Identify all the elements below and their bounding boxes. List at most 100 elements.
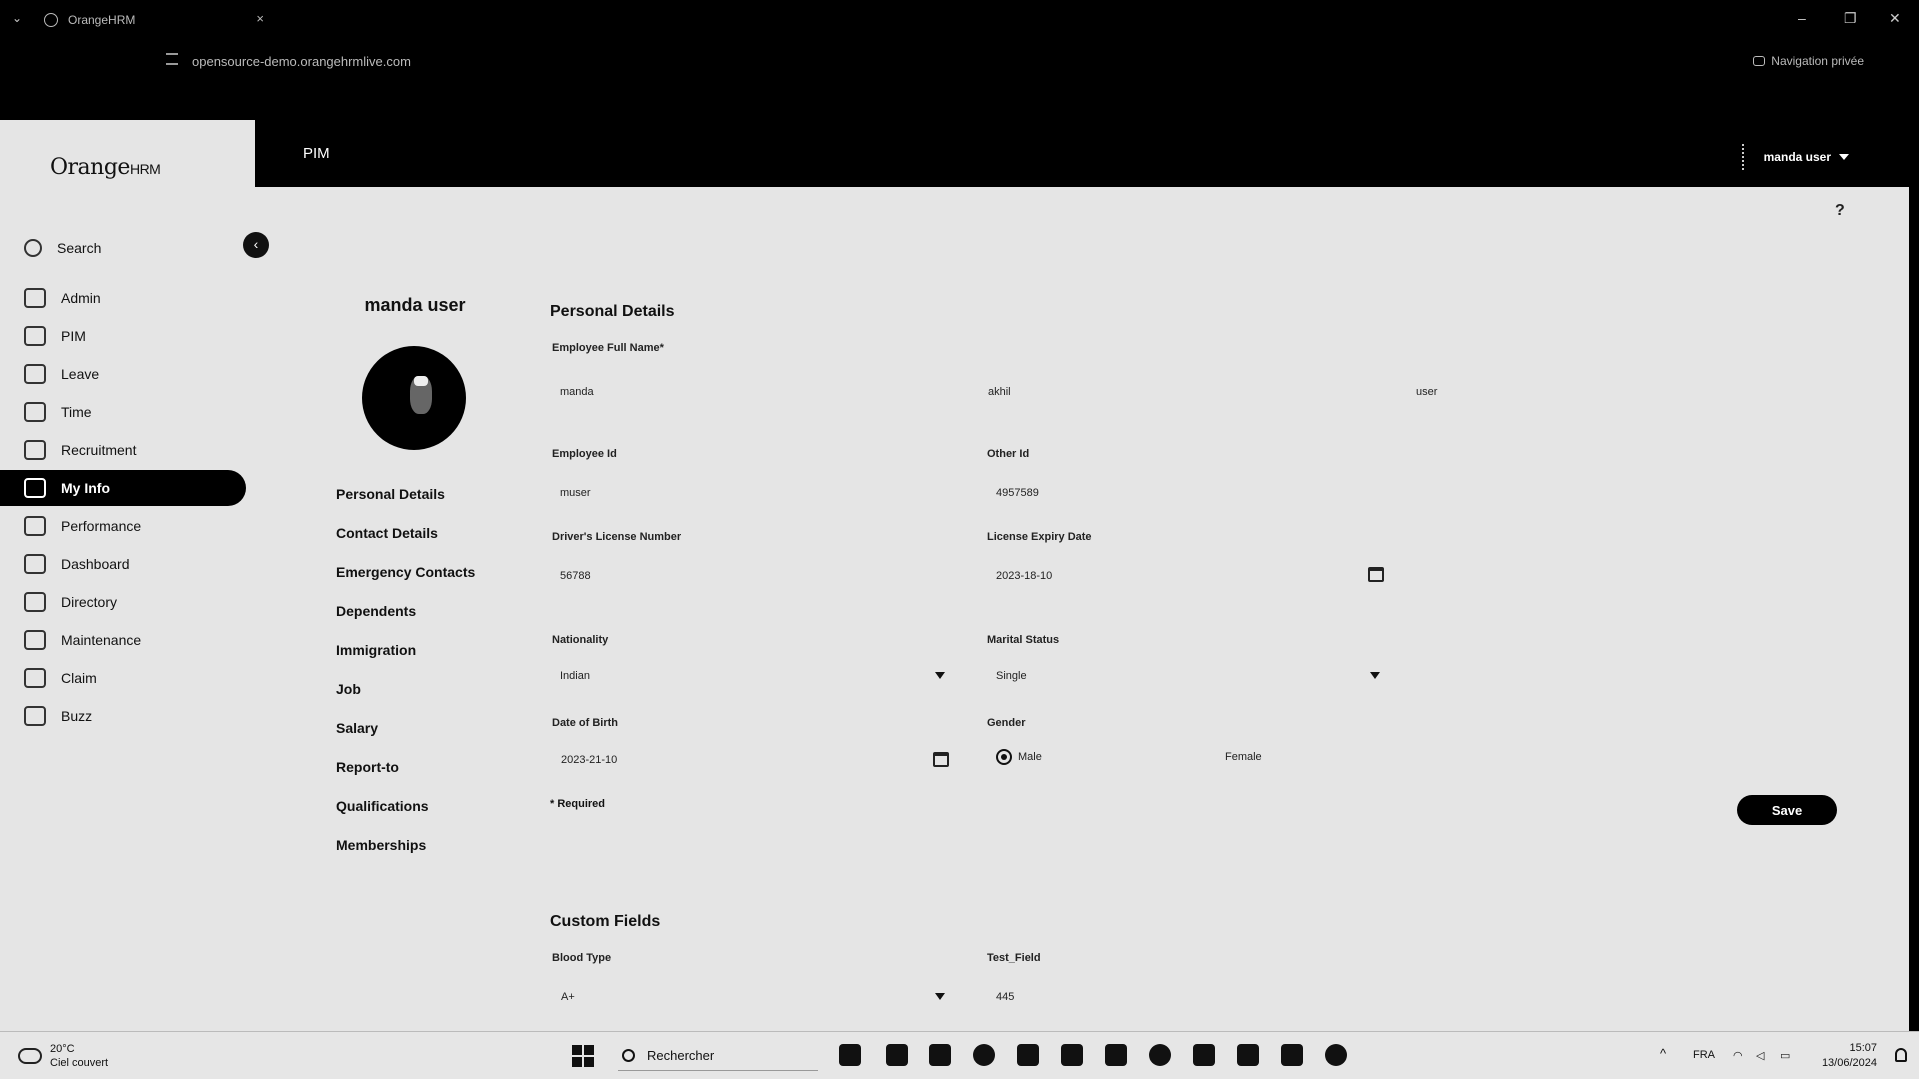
battery-icon[interactable]: ▭ (1780, 1049, 1790, 1062)
blood-type-select[interactable]: A+ (552, 979, 952, 1013)
terminal-icon[interactable] (1237, 1044, 1259, 1066)
sidebar-item-time[interactable]: Time (0, 394, 246, 430)
last-name-input[interactable]: user (1408, 374, 1798, 408)
dob-input[interactable]: 2023-21-10 (552, 742, 952, 776)
profile-picture[interactable] (362, 346, 466, 450)
employee-id-label: Employee Id (552, 448, 617, 460)
license-expiry-input[interactable]: 2023-18-10 (987, 558, 1387, 592)
private-label: Navigation privée (1771, 54, 1864, 68)
pycharm-icon[interactable] (1105, 1044, 1127, 1066)
maintenance-icon (24, 630, 46, 650)
marital-status-select[interactable]: Single (987, 658, 1387, 692)
sidebar-item-leave[interactable]: Leave (0, 356, 246, 392)
onenote-icon[interactable] (1017, 1044, 1039, 1066)
taskbar-search[interactable]: Rechercher (618, 1041, 818, 1071)
middle-name-input[interactable]: akhil (980, 374, 1370, 408)
tray-overflow-chevron-icon[interactable]: ^ (1660, 1046, 1666, 1061)
sidebar-item-recruitment[interactable]: Recruitment (0, 432, 246, 468)
help-icon[interactable]: ? (1835, 202, 1845, 220)
tab-salary[interactable]: Salary (336, 720, 378, 736)
chrome-icon[interactable] (1149, 1044, 1171, 1066)
private-mode-icon (1753, 56, 1766, 66)
tab-personal-details[interactable]: Personal Details (336, 486, 445, 502)
tab-emergency-contacts[interactable]: Emergency Contacts (336, 564, 475, 580)
buzz-icon (24, 706, 46, 726)
sidebar-item-search[interactable]: Search (0, 230, 246, 266)
browser-tab[interactable]: OrangeHRM × (44, 8, 264, 32)
sidebar-item-dashboard[interactable]: Dashboard (0, 546, 246, 582)
tab-job[interactable]: Job (336, 681, 361, 697)
first-name-input[interactable]: manda (552, 374, 942, 408)
sidebar-item-directory[interactable]: Directory (0, 584, 246, 620)
directory-icon (24, 592, 46, 612)
site-settings-icon[interactable] (166, 53, 178, 65)
edge-icon[interactable] (973, 1044, 995, 1066)
user-dropdown[interactable]: manda user (1741, 144, 1849, 170)
app-icon[interactable] (1193, 1044, 1215, 1066)
marital-status-value: Single (996, 670, 1027, 682)
sidebar-item-performance[interactable]: Performance (0, 508, 246, 544)
system-clock[interactable]: 15:07 13/06/2024 (1822, 1041, 1877, 1071)
sidebar-item-pim[interactable]: PIM (0, 318, 246, 354)
clock-time: 15:07 (1849, 1042, 1877, 1054)
weather-widget[interactable]: 20°C Ciel couvert (18, 1042, 108, 1070)
tab-contact-details[interactable]: Contact Details (336, 525, 438, 541)
sidebar-item-label: Admin (61, 290, 101, 306)
other-id-input[interactable]: 4957589 (987, 475, 1387, 509)
url-field[interactable]: opensource-demo.orangehrmlive.com (192, 54, 411, 69)
close-window-button[interactable]: ✕ (1889, 10, 1901, 27)
performance-icon (24, 516, 46, 536)
calendar-icon[interactable] (1368, 567, 1384, 582)
cloud-icon (18, 1048, 42, 1064)
taskview-icon[interactable] (839, 1044, 861, 1066)
nationality-select[interactable]: Indian (552, 658, 952, 692)
tab-immigration[interactable]: Immigration (336, 642, 416, 658)
save-button[interactable]: Save (1737, 795, 1837, 825)
windows-start-button[interactable] (572, 1045, 594, 1067)
gender-male-radio[interactable] (996, 749, 1012, 765)
volume-icon[interactable]: ◁ (1756, 1049, 1764, 1062)
outlook-icon[interactable] (929, 1044, 951, 1066)
sidebar-item-my-info[interactable]: My Info (0, 470, 246, 506)
tab-memberships[interactable]: Memberships (336, 837, 426, 853)
settings-icon[interactable] (1325, 1044, 1347, 1066)
private-browsing-indicator[interactable]: Navigation privée (1753, 54, 1864, 68)
sidebar-item-label: Time (61, 404, 92, 420)
last-name-value: user (1416, 386, 1438, 398)
license-input[interactable]: 56788 (552, 558, 952, 592)
employee-id-input[interactable]: muser (552, 475, 952, 509)
notification-bell-icon[interactable] (1895, 1048, 1907, 1062)
sidebar-item-admin[interactable]: Admin (0, 280, 246, 316)
blood-type-label: Blood Type (552, 952, 612, 964)
orangehrm-logo[interactable]: OrangeHRM (50, 155, 161, 180)
calendar-icon[interactable] (933, 752, 949, 767)
restore-button[interactable]: ❐ (1844, 10, 1857, 27)
other-id-value: 4957589 (996, 487, 1039, 499)
tab-list-chevron-icon[interactable]: ⌄ (12, 11, 22, 25)
tab-qualifications[interactable]: Qualifications (336, 798, 429, 814)
sidebar-item-label: Performance (61, 518, 142, 534)
sidebar-item-maintenance[interactable]: Maintenance (0, 622, 246, 658)
nationality-value: Indian (560, 670, 590, 682)
language-indicator[interactable]: FRA (1693, 1049, 1715, 1061)
sidebar-item-claim[interactable]: Claim (0, 660, 246, 696)
pim-icon (24, 326, 46, 346)
test-field-input[interactable]: 445 (987, 979, 1387, 1013)
file-explorer-icon[interactable] (886, 1044, 908, 1066)
other-id-label: Other Id (987, 448, 1030, 460)
my-info-icon (24, 478, 46, 498)
tab-report-to[interactable]: Report-to (336, 759, 399, 775)
sidebar-item-label: Search (57, 240, 102, 256)
vscode-icon[interactable] (1061, 1044, 1083, 1066)
tab-close-icon[interactable]: × (256, 11, 264, 26)
minimize-button[interactable]: – (1798, 10, 1806, 26)
sidebar: Search Admin PIM Leave Time Recruitment … (0, 187, 255, 1031)
user-name: manda user (1763, 150, 1831, 164)
tab-dependents[interactable]: Dependents (336, 603, 416, 619)
sidebar-item-buzz[interactable]: Buzz (0, 698, 246, 734)
sidebar-collapse-button[interactable]: ‹ (243, 232, 269, 258)
gender-female-option[interactable]: Female (1225, 751, 1262, 763)
wifi-icon[interactable]: ◠ (1733, 1049, 1743, 1062)
gender-male-label: Male (1018, 751, 1042, 763)
notepad-icon[interactable] (1281, 1044, 1303, 1066)
